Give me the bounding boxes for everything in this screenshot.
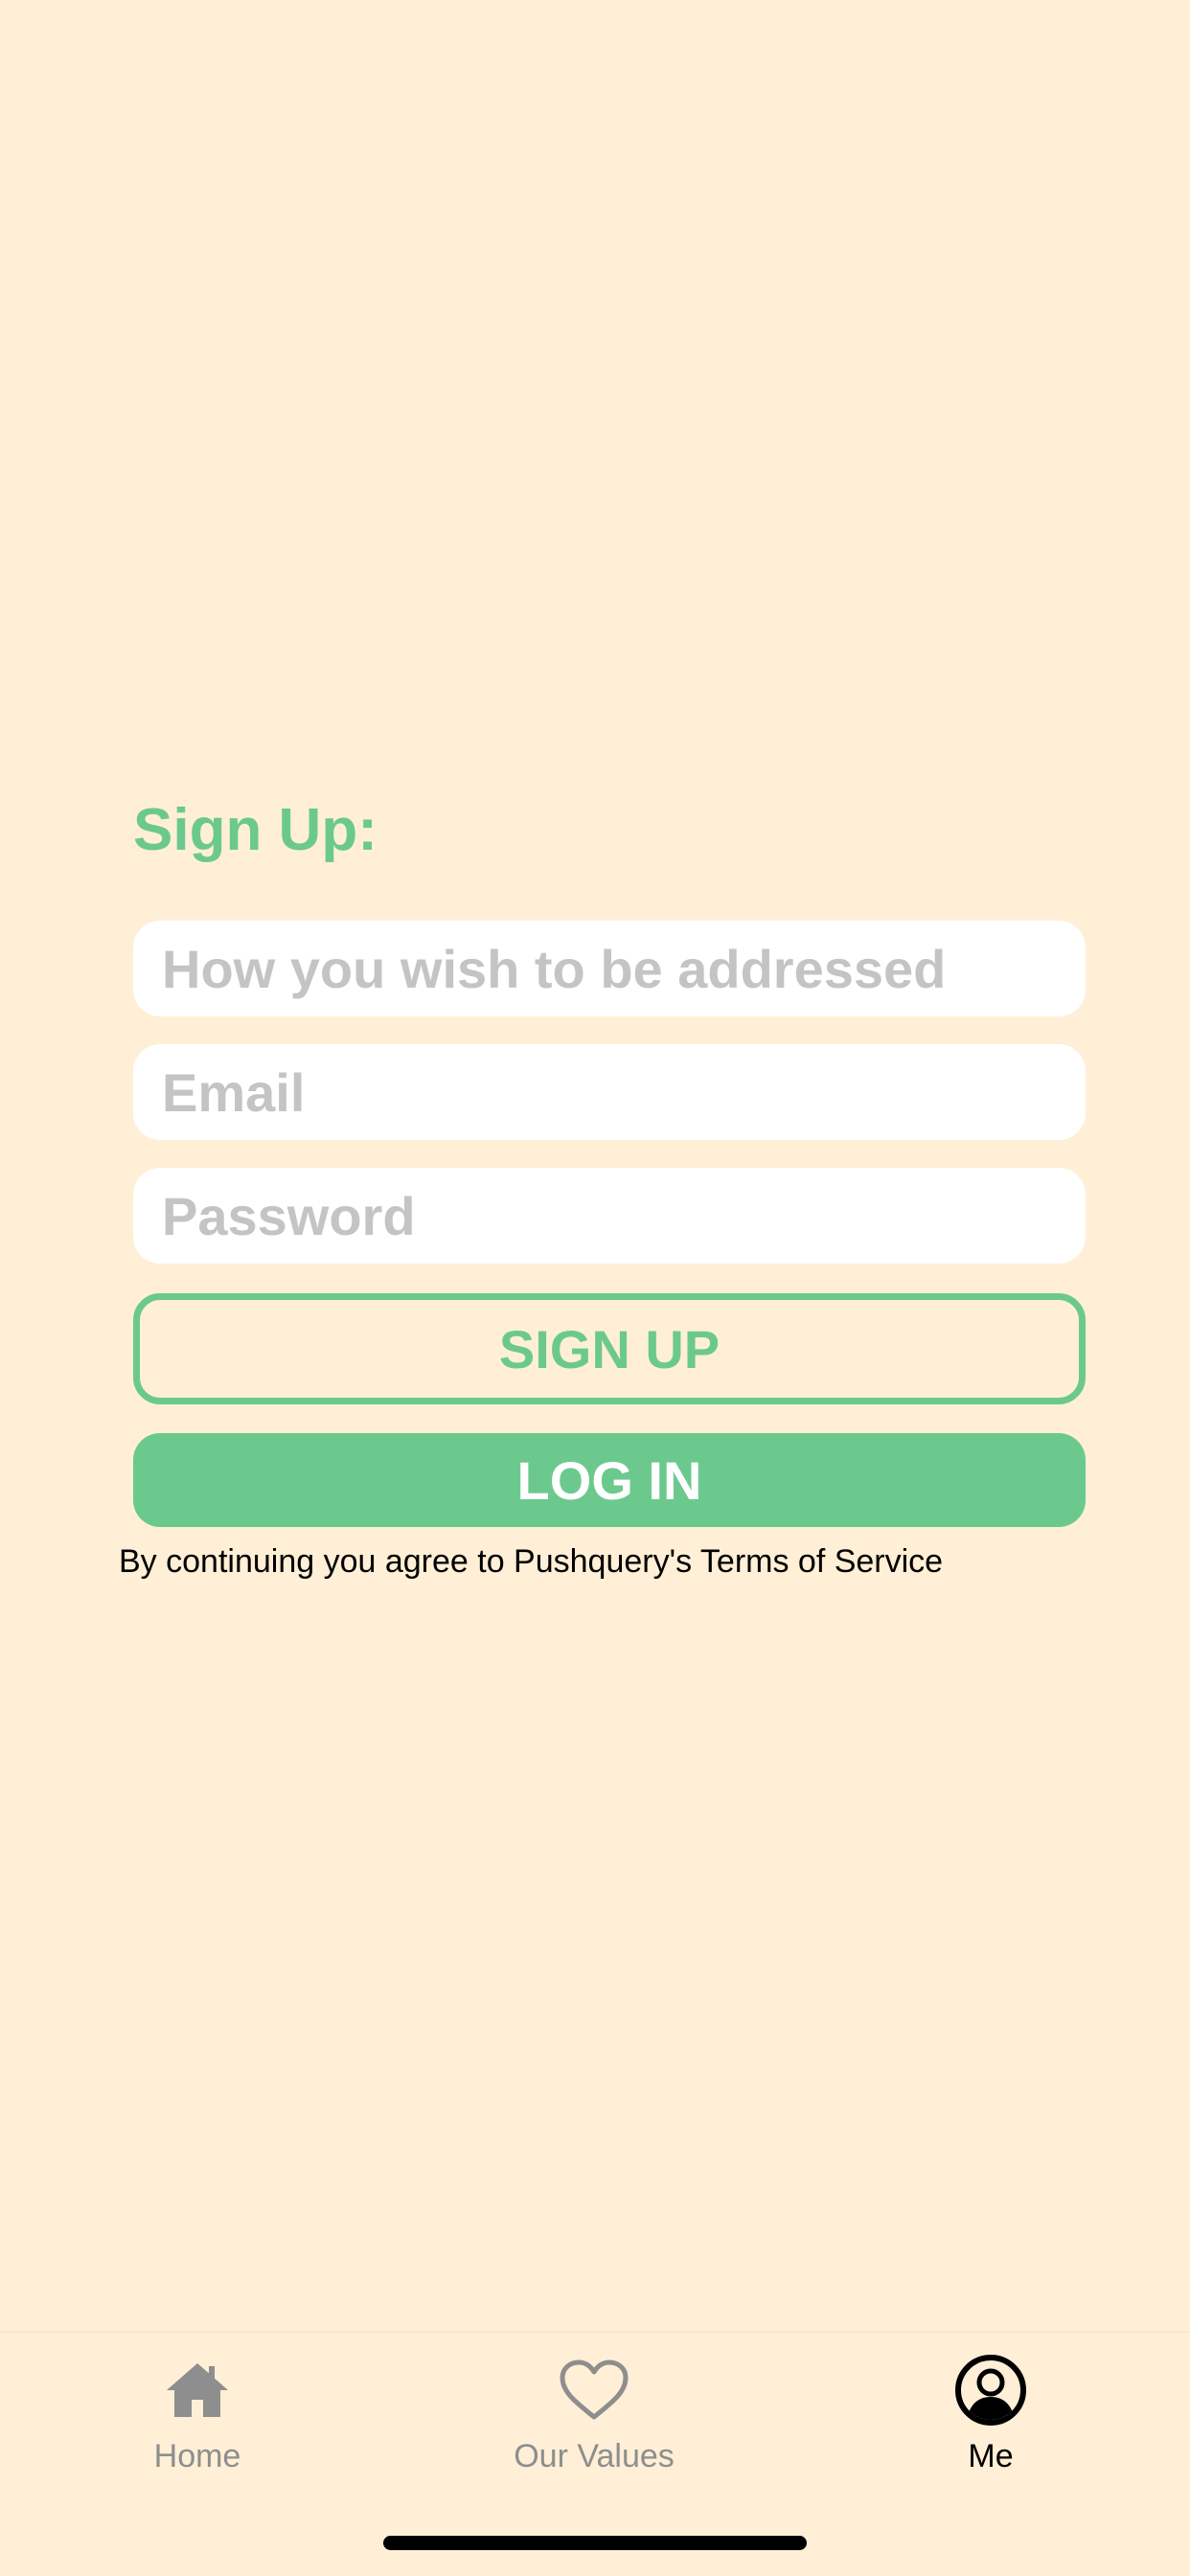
email-input[interactable] (162, 1060, 1057, 1124)
tab-me[interactable]: Me (866, 2354, 1115, 2488)
password-field[interactable] (133, 1168, 1086, 1264)
home-icon (161, 2354, 234, 2427)
log-in-button-label: LOG IN (516, 1449, 702, 1511)
log-in-button[interactable]: LOG IN (133, 1433, 1086, 1527)
sign-up-button-label: SIGN UP (498, 1318, 721, 1379)
name-input[interactable] (162, 937, 1057, 1000)
email-field[interactable] (133, 1044, 1086, 1140)
tab-home[interactable]: Home (73, 2354, 322, 2488)
signup-title: Sign Up: (133, 797, 378, 863)
home-indicator (383, 2536, 807, 2550)
heart-icon (558, 2354, 630, 2427)
user-icon (954, 2354, 1027, 2427)
tab-our-values-label: Our Values (514, 2438, 675, 2474)
name-field[interactable] (133, 921, 1086, 1016)
tab-home-label: Home (153, 2438, 241, 2474)
password-input[interactable] (162, 1184, 1057, 1247)
terms-text: By continuing you agree to Pushquery's T… (119, 1543, 944, 1580)
tab-me-label: Me (968, 2438, 1014, 2474)
sign-up-button[interactable]: SIGN UP (133, 1293, 1086, 1404)
tab-our-values[interactable]: Our Values (469, 2354, 719, 2488)
